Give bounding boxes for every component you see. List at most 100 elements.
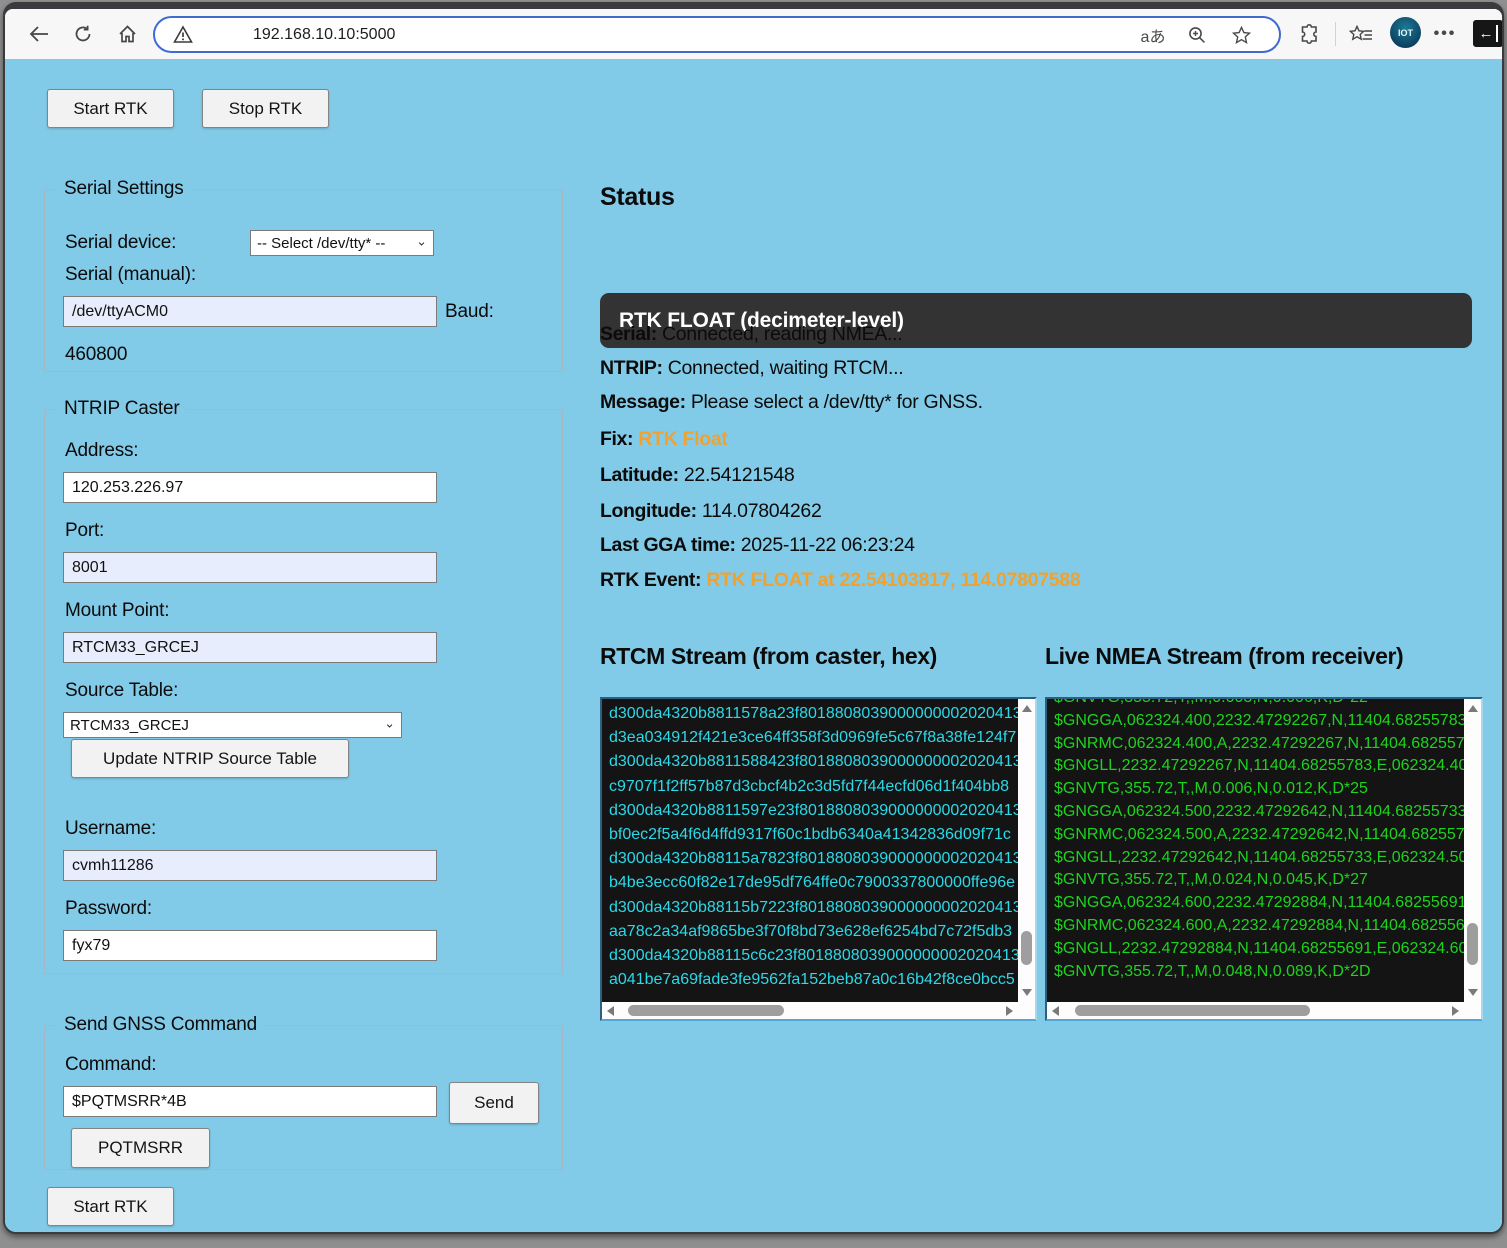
username-label: Username: <box>65 818 157 839</box>
nmea-stream-output[interactable]: $GNVTG,355.72,T,,M,0.003,N,0.006,K,D*22 … <box>1047 699 1464 1002</box>
sidebar-arrow-glyph: ← <box>1478 25 1494 42</box>
rtcm-line: d300da4320b8811578a23f801880803900000000… <box>609 705 1018 722</box>
status-label: Serial: <box>600 323 657 345</box>
status-heading: Status <box>600 183 675 211</box>
port-label: Port: <box>65 520 105 541</box>
menu-dots-icon[interactable]: ••• <box>1429 18 1461 50</box>
status-value-accent: RTK Float <box>638 428 728 450</box>
rtcm-horizontal-scrollbar[interactable] <box>602 1002 1018 1019</box>
rtcm-stream-output[interactable]: d300da4320b8811578a23f801880803900000000… <box>602 699 1018 1002</box>
zoom-icon[interactable] <box>1183 22 1211 48</box>
scroll-thumb[interactable] <box>1075 1005 1310 1016</box>
favorite-star-icon[interactable] <box>1227 22 1255 48</box>
status-label: RTK Event: <box>600 569 702 591</box>
serial-device-label: Serial device: <box>65 232 177 253</box>
not-secure-warning-icon[interactable] <box>173 25 193 49</box>
scroll-down-icon[interactable] <box>1468 989 1478 996</box>
rtcm-line: d300da4320b88115c6c23f801880803900000000… <box>609 947 1018 965</box>
nmea-line: $GNRMC,062324.500,A,2232.47292642,N,1140… <box>1054 825 1464 843</box>
serial-manual-input[interactable] <box>63 296 437 327</box>
nmea-line: $GNGLL,2232.47292884,N,11404.68255691,E,… <box>1054 939 1464 957</box>
address-input[interactable] <box>63 472 437 503</box>
nmea-vertical-scrollbar[interactable] <box>1464 699 1481 1002</box>
scroll-thumb[interactable] <box>628 1005 784 1016</box>
status-value: Connected, waiting RTCM... <box>667 357 904 379</box>
nmea-line: $GNGGA,062324.600,2232.47292884,N,11404.… <box>1054 894 1464 912</box>
serial-manual-label: Serial (manual): <box>65 264 196 285</box>
ntrip-caster-fieldset: NTRIP Caster Address: Port: Mount Point:… <box>44 398 563 974</box>
url-input[interactable] <box>251 25 1051 45</box>
scroll-up-icon[interactable] <box>1468 705 1478 712</box>
source-table-select[interactable]: RTCM33_GRCEJ ⌄ <box>63 712 402 738</box>
scroll-down-icon[interactable] <box>1022 989 1032 996</box>
nmea-horizontal-scrollbar[interactable] <box>1047 1002 1464 1019</box>
status-row-message: Message: Please select a /dev/tty* for G… <box>600 391 983 414</box>
password-input[interactable] <box>63 930 437 961</box>
nmea-line: $GNRMC,062324.400,A,2232.47292267,N,1140… <box>1054 734 1464 752</box>
rtcm-vertical-scrollbar[interactable] <box>1018 699 1035 1002</box>
serial-device-select[interactable]: -- Select /dev/tty* -- ⌄ <box>250 230 434 256</box>
gnss-command-fieldset: Send GNSS Command Command: Send PQTMSRR <box>44 1014 563 1170</box>
status-label: Longitude: <box>600 500 697 522</box>
serial-device-select-control[interactable]: -- Select /dev/tty* -- <box>251 231 433 255</box>
scroll-up-icon[interactable] <box>1022 705 1032 712</box>
status-value: 114.07804262 <box>701 500 822 522</box>
rtcm-line: d3ea034912f421e3ce64ff358f3d0969fe5c67f8… <box>609 729 1017 747</box>
home-icon[interactable] <box>111 18 143 50</box>
extensions-icon[interactable] <box>1293 18 1325 50</box>
nmea-line: $GNRMC,062324.600,A,2232.47292884,N,1140… <box>1054 916 1464 934</box>
start-rtk-button-top[interactable]: Start RTK <box>47 89 174 128</box>
rtcm-line: d300da4320b8811597e23f801880803900000000… <box>609 801 1018 819</box>
status-row-fix: Fix: RTK Float <box>600 428 728 451</box>
port-input[interactable] <box>63 552 437 583</box>
command-label: Command: <box>65 1054 157 1075</box>
scroll-thumb[interactable] <box>1467 923 1478 965</box>
pqtmsrr-preset-button[interactable]: PQTMSRR <box>71 1128 210 1168</box>
address-label: Address: <box>65 440 139 461</box>
status-label: Latitude: <box>600 464 679 486</box>
profile-avatar[interactable]: IOT <box>1390 17 1421 48</box>
browser-window: aあ IOT ••• ← <box>3 2 1504 1234</box>
status-value: 22.54121548 <box>683 464 795 486</box>
favorites-bar-icon[interactable] <box>1345 18 1377 50</box>
mount-point-input[interactable] <box>63 632 437 663</box>
scroll-right-icon[interactable] <box>1452 1006 1459 1016</box>
rtcm-line: b4be3ecc60f82e17de95df764ffe0c7900337800… <box>609 874 1016 892</box>
send-button[interactable]: Send <box>449 1082 539 1124</box>
nmea-stream-heading: Live NMEA Stream (from receiver) <box>1045 643 1404 669</box>
nmea-line: $GNGGA,062324.400,2232.47292267,N,11404.… <box>1054 711 1464 729</box>
update-source-table-button[interactable]: Update NTRIP Source Table <box>71 739 349 778</box>
status-value: Please select a /dev/tty* for GNSS. <box>690 391 983 413</box>
scroll-left-icon[interactable] <box>1052 1006 1059 1016</box>
nmea-line: $GNGLL,2232.47292642,N,11404.68255733,E,… <box>1054 848 1464 866</box>
rtk-web-page: Start RTK Stop RTK Serial Settings Seria… <box>5 59 1502 1232</box>
rtcm-line: d300da4320b8811588423f801880803900000000… <box>609 753 1018 771</box>
status-row-serial: Serial: Connected, reading NMEA... <box>600 323 903 346</box>
scrollbar-corner <box>1018 1002 1035 1019</box>
scroll-right-icon[interactable] <box>1006 1006 1013 1016</box>
scroll-left-icon[interactable] <box>607 1006 614 1016</box>
stop-rtk-button[interactable]: Stop RTK <box>202 89 329 128</box>
rtcm-line: bf0ec2f5a4f6d4ffd9317f60c1bdb6340a413428… <box>609 826 1011 844</box>
nmea-line: $GNVTG,355.72,T,,M,0.048,N,0.089,K,D*2D <box>1054 962 1371 980</box>
source-table-label: Source Table: <box>65 680 179 701</box>
scroll-thumb[interactable] <box>1021 931 1032 965</box>
start-rtk-button-bottom[interactable]: Start RTK <box>47 1187 174 1226</box>
command-input[interactable] <box>63 1086 437 1117</box>
nmea-line: $GNGLL,2232.47292267,N,11404.68255783,E,… <box>1054 757 1464 775</box>
reload-icon[interactable] <box>67 18 99 50</box>
back-icon[interactable] <box>23 18 55 50</box>
browser-window-inner: aあ IOT ••• ← <box>5 9 1502 1232</box>
sidebar-toggle-icon[interactable]: ← <box>1473 20 1502 47</box>
translate-icon[interactable]: aあ <box>1139 22 1167 48</box>
nmea-line: $GNVTG,355.72,T,,M,0.006,N,0.012,K,D*25 <box>1054 780 1368 798</box>
status-label: NTRIP: <box>600 357 663 379</box>
toolbar-divider <box>1335 22 1336 46</box>
source-table-select-control[interactable]: RTCM33_GRCEJ <box>64 713 401 737</box>
address-bar[interactable]: aあ <box>153 16 1281 53</box>
ntrip-caster-legend: NTRIP Caster <box>64 398 180 419</box>
rtcm-terminal: d300da4320b8811578a23f801880803900000000… <box>600 697 1037 1021</box>
status-label: Last GGA time: <box>600 534 736 556</box>
username-input[interactable] <box>63 850 437 881</box>
rtcm-line: d300da4320b88115b7223f801880803900000000… <box>609 898 1018 916</box>
